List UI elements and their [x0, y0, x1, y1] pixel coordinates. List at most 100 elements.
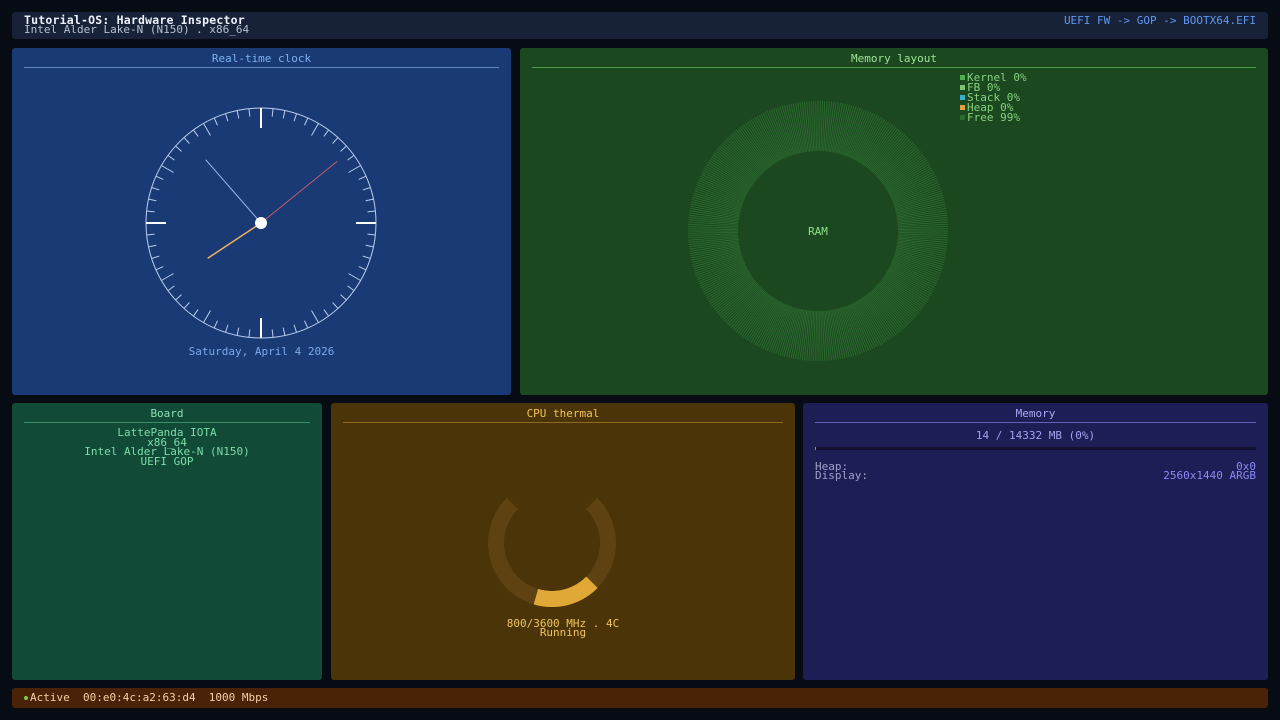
- legend-swatch: [960, 75, 965, 80]
- clock-tick: [340, 145, 347, 152]
- gauge-track: [488, 497, 616, 607]
- clock-tick: [271, 108, 274, 117]
- clock-tick: [362, 255, 371, 260]
- board-divider: [24, 422, 310, 423]
- hour-hand: [207, 222, 262, 259]
- clock-tick: [358, 175, 367, 180]
- memory-row-display: Display: 2560x1440 ARGB: [815, 469, 1256, 482]
- status-dot-icon: [24, 696, 28, 700]
- clock-tick: [155, 175, 164, 180]
- board-panel: Board LattePanda IOTA x86_64 Intel Alder…: [12, 403, 322, 680]
- legend-swatch: [960, 95, 965, 100]
- second-hand: [260, 160, 338, 224]
- clock-tick: [148, 244, 157, 248]
- donut-segment-ray: [688, 228, 739, 231]
- clock-tick: [236, 110, 240, 119]
- clock-tick: [203, 310, 211, 323]
- clock-tick: [304, 117, 309, 126]
- board-firmware: UEFI GOP: [140, 454, 194, 468]
- donut-center-label: RAM: [808, 225, 828, 238]
- clock-tick: [347, 155, 355, 161]
- clock-tick: [358, 266, 367, 271]
- legend-item-free: Free 99%: [960, 111, 1027, 124]
- memory-row-value: 2560x1440 ARGB: [1163, 469, 1256, 482]
- clock-tick: [323, 129, 329, 137]
- memory-row-key: Display:: [815, 469, 868, 482]
- clock-tick: [161, 165, 174, 173]
- donut-segment-ray: [818, 101, 821, 152]
- clock-tick: [193, 309, 199, 317]
- top-bar: Tutorial-OS: Hardware Inspector Intel Al…: [12, 12, 1268, 39]
- clock-tick: [248, 108, 251, 117]
- legend-label: Free 99%: [967, 111, 1020, 124]
- clock-tick: [311, 310, 319, 323]
- clock-tick: [323, 309, 329, 317]
- memory-legend: Kernel 0% FB 0% Stack 0% Heap 0% Free 99…: [960, 72, 1027, 124]
- clock-tick: [183, 302, 190, 309]
- clock-tick: [365, 198, 374, 202]
- clock-tick: [332, 137, 339, 144]
- clock-tick: [282, 110, 286, 119]
- memory-usage-bar: [815, 447, 1256, 450]
- clock-tick: [347, 285, 355, 291]
- clock-tick: [203, 123, 211, 136]
- clock-tick: [167, 155, 175, 161]
- clock-tick: [293, 324, 298, 333]
- memory-divider: [815, 422, 1256, 423]
- analog-clock: [145, 107, 377, 339]
- clock-tick: [293, 113, 298, 122]
- clock-tick: [348, 273, 361, 281]
- clock-panel: Real-time clock Saturday, April 4 2026: [12, 48, 511, 395]
- clock-tick: [348, 165, 361, 173]
- clock-tick: [365, 244, 374, 248]
- status-bar: Active 00:e0:4c:a2:63:d4 1000 Mbps: [12, 688, 1268, 708]
- clock-tick: [367, 233, 376, 236]
- board-info: LattePanda IOTA x86_64 Intel Alder Lake-…: [12, 427, 322, 468]
- minute-hand: [205, 159, 262, 224]
- clock-center-hub: [255, 217, 267, 229]
- clock-tick: [175, 294, 182, 301]
- clock-tick: [224, 113, 229, 122]
- clock-tick: [213, 117, 218, 126]
- clock-tick: [271, 329, 274, 338]
- memory-title: Memory: [1015, 407, 1056, 420]
- clock-tick: [155, 266, 164, 271]
- memory-usage-text: 14 / 14332 MB (0%): [975, 429, 1096, 442]
- clock-date: Saturday, April 4 2026: [188, 345, 335, 358]
- clock-tick: [146, 210, 155, 213]
- clock-tick: [340, 294, 347, 301]
- clock-tick: [148, 198, 157, 202]
- memory-layout-panel: Memory layout RAM Kernel 0% FB 0% Stack …: [520, 48, 1268, 395]
- board-title: Board: [150, 407, 184, 420]
- clock-tick: [224, 324, 229, 333]
- cpu-thermal-panel: CPU thermal 800/3600 MHz . 4C Running: [331, 403, 795, 680]
- clock-tick: [151, 186, 160, 191]
- legend-swatch: [960, 115, 965, 120]
- donut-segment-ray: [815, 310, 818, 361]
- clock-tick: [332, 302, 339, 309]
- legend-swatch: [960, 85, 965, 90]
- clock-tick: [311, 123, 319, 136]
- clock-tick: [193, 129, 199, 137]
- legend-swatch: [960, 105, 965, 110]
- clock-tick: [161, 273, 174, 281]
- clock-tick: [236, 327, 240, 336]
- clock-tick: [151, 255, 160, 260]
- network-status-text: Active 00:e0:4c:a2:63:d4 1000 Mbps: [30, 691, 269, 704]
- cpu-subtitle: Intel Alder Lake-N (N150) . x86_64: [24, 23, 250, 36]
- clock-tick: [167, 285, 175, 291]
- gauge-fill: [533, 576, 598, 608]
- clock-tick: [183, 137, 190, 144]
- memory-panel: Memory 14 / 14332 MB (0%) Heap: 0x0 Disp…: [803, 403, 1268, 680]
- donut-segment-ray: [815, 101, 818, 152]
- clock-tick: [282, 327, 286, 336]
- clock-tick: [362, 186, 371, 191]
- clock-tick: [213, 320, 218, 329]
- donut-segment-ray: [897, 231, 948, 234]
- cpu-state: Running: [539, 626, 587, 639]
- clock-tick: [146, 233, 155, 236]
- clock-tick: [175, 145, 182, 152]
- clock-tick: [248, 329, 251, 338]
- donut-segment-ray: [688, 231, 739, 234]
- clock-tick: [367, 210, 376, 213]
